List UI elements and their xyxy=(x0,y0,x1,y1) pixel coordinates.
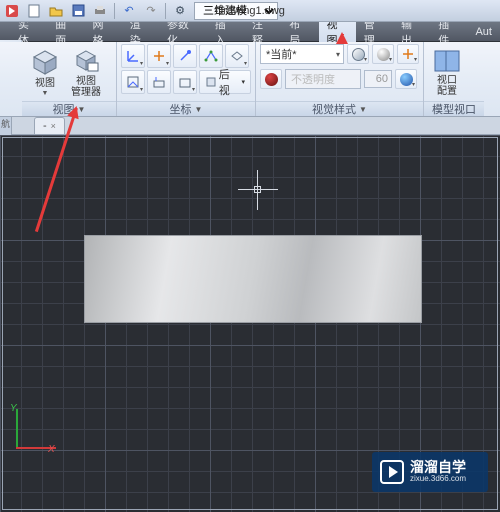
redo-icon[interactable]: ↷ xyxy=(143,3,159,19)
open-icon[interactable] xyxy=(48,3,64,19)
ucs-z-button[interactable] xyxy=(173,44,197,68)
watermark: 溜溜自学 zixue.3d66.com xyxy=(372,452,488,492)
ucs-icon[interactable]: Y X xyxy=(8,407,58,457)
chevron-down-icon[interactable]: ▼ xyxy=(359,105,367,114)
visual-style-current: *当前* xyxy=(266,46,297,62)
ucs-3point-button[interactable] xyxy=(199,44,223,68)
file-tab[interactable]: - × xyxy=(34,117,65,134)
solid-box-object[interactable] xyxy=(84,235,422,323)
chevron-down-icon: ▼ xyxy=(42,90,49,97)
view-button-label: 视图 xyxy=(35,78,55,89)
panel-visual-label: 视觉样式 xyxy=(312,101,356,117)
view-button[interactable]: 视图 ▼ xyxy=(26,44,64,100)
document-title: Drawing1.dwg xyxy=(215,5,285,17)
back-view-label: 后视 xyxy=(219,66,239,98)
view-manager-icon xyxy=(71,47,101,75)
file-tab-strip: - × xyxy=(12,117,500,135)
back-view-button[interactable]: 后视▾ xyxy=(199,70,251,94)
opacity-value[interactable]: 60 xyxy=(364,70,392,88)
watermark-title: 溜溜自学 xyxy=(410,460,466,474)
viewport-config-button[interactable]: 视口 配置 xyxy=(428,44,466,100)
watermark-url: zixue.3d66.com xyxy=(410,474,466,484)
close-icon[interactable]: × xyxy=(51,121,56,131)
ucs-icon-button[interactable]: ▾ xyxy=(121,44,145,68)
ucs-origin-button[interactable]: ▾ xyxy=(121,70,145,94)
panel-visual-style: *当前*▾ ▾ ▾ ▾ 不透明度 60 ▾ 视觉样式▼ xyxy=(256,42,424,116)
ucs-x-button[interactable]: ▾ xyxy=(173,70,197,94)
print-icon[interactable] xyxy=(92,3,108,19)
opacity-label: 不透明度 xyxy=(291,71,335,87)
vs-realistic-button[interactable]: ▾ xyxy=(372,44,394,64)
vs-2dwire-button[interactable]: ▾ xyxy=(347,44,369,64)
vs-more-button[interactable]: ▾ xyxy=(397,44,419,64)
view-manager-button[interactable]: 视图 管理器 xyxy=(67,44,105,100)
viewport-config-label: 视口 配置 xyxy=(437,75,457,97)
ucs-object-button[interactable] xyxy=(147,70,171,94)
file-tab-name: - xyxy=(43,120,47,132)
opacity-field: 不透明度 xyxy=(285,69,361,89)
quick-access-toolbar: ↶ ↷ ⚙ 三维建模 Drawing1.dwg xyxy=(0,0,500,22)
annotation-arrow-1 xyxy=(341,34,344,35)
vs-edge-button[interactable]: ▾ xyxy=(395,69,417,89)
ucs-view-button[interactable]: ▾ xyxy=(225,44,249,68)
save-icon[interactable] xyxy=(70,3,86,19)
visual-style-combo[interactable]: *当前*▾ xyxy=(260,44,344,64)
ucs-world-button[interactable]: ▾ xyxy=(147,44,171,68)
ucs-x-label: X xyxy=(48,444,55,455)
undo-icon[interactable]: ↶ xyxy=(121,3,137,19)
ribbon-tabbar: 实体 曲面 网格 渲染 参数化 插入 注释 布局 视图 管理 输出 插件 Aut xyxy=(0,22,500,42)
viewport-icon xyxy=(432,47,462,74)
chevron-down-icon[interactable]: ▼ xyxy=(195,105,203,114)
cube-icon xyxy=(30,47,60,77)
ucs-y-label: Y xyxy=(10,403,17,414)
vs-shadows-button[interactable] xyxy=(260,69,282,89)
panel-coord-label: 坐标 xyxy=(170,101,192,117)
nav-label-fragment: 航 xyxy=(0,117,12,135)
app-menu-icon[interactable] xyxy=(4,3,20,19)
panel-coord: ▾ ▾ ▾ ▾ ▾ 后视▾ 坐标▼ xyxy=(117,42,256,116)
view-manager-label: 视图 管理器 xyxy=(71,76,101,98)
panel-viewport: 视口 配置 模型视口 xyxy=(424,42,484,116)
panel-viewport-label: 模型视口 xyxy=(432,101,476,117)
workspace-gear-icon: ⚙ xyxy=(172,3,188,19)
play-icon xyxy=(380,460,404,484)
model-space-canvas[interactable]: Y X 溜溜自学 zixue.3d66.com xyxy=(0,135,500,512)
tab-autodesk[interactable]: Aut xyxy=(467,24,500,40)
new-icon[interactable] xyxy=(26,3,42,19)
